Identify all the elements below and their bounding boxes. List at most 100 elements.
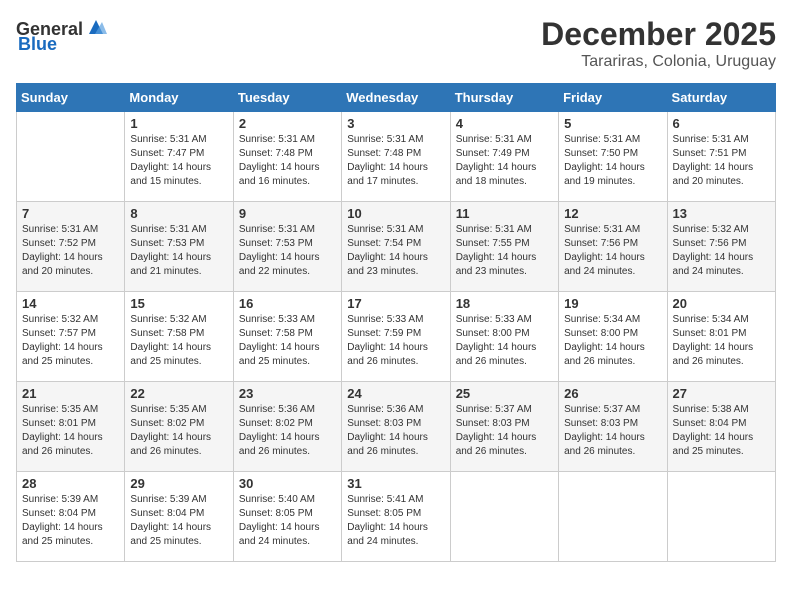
calendar-cell: 3Sunrise: 5:31 AM Sunset: 7:48 PM Daylig… xyxy=(342,112,450,202)
calendar-cell xyxy=(667,472,775,562)
calendar-cell: 18Sunrise: 5:33 AM Sunset: 8:00 PM Dayli… xyxy=(450,292,558,382)
day-number: 25 xyxy=(456,386,553,401)
day-info: Sunrise: 5:31 AM Sunset: 7:48 PM Dayligh… xyxy=(239,133,336,189)
calendar-cell: 7 Sunrise: 5:31 AM Sunset: 7:52 PM Daylig… xyxy=(17,202,125,292)
logo: General Blue xyxy=(16,16,107,55)
calendar-cell: 26 Sunrise: 5:37 AM Sunset: 8:03 PM Dayli… xyxy=(559,382,667,472)
weekday-header-sunday: Sunday xyxy=(17,84,125,112)
calendar-cell xyxy=(17,112,125,202)
calendar-week-row: 14 Sunrise: 5:32 AM Sunset: 7:57 PM Dayli… xyxy=(17,292,776,382)
day-info: Sunrise: 5:39 AM Sunset: 8:04 PM Dayligh… xyxy=(130,493,227,549)
calendar-cell: 22 Sunrise: 5:35 AM Sunset: 8:02 PM Dayli… xyxy=(125,382,233,472)
day-number: 10 xyxy=(347,206,444,221)
calendar-cell: 17 Sunrise: 5:33 AM Sunset: 7:59 PM Dayli… xyxy=(342,292,450,382)
calendar-cell: 1 Sunrise: 5:31 AM Sunset: 7:47 PM Daylig… xyxy=(125,112,233,202)
day-info: Sunrise: 5:32 AM Sunset: 7:57 PM Dayligh… xyxy=(22,313,119,369)
day-number: 21 xyxy=(22,386,119,401)
day-number: 14 xyxy=(22,296,119,311)
calendar-cell: 15 Sunrise: 5:32 AM Sunset: 7:58 PM Dayli… xyxy=(125,292,233,382)
header: General Blue December 2025 Tarariras, Co… xyxy=(16,16,776,71)
weekday-header-tuesday: Tuesday xyxy=(233,84,341,112)
calendar-cell: 20 Sunrise: 5:34 AM Sunset: 8:01 PM Dayli… xyxy=(667,292,775,382)
day-info: Sunrise: 5:31 AM Sunset: 7:47 PM Dayligh… xyxy=(130,133,227,189)
weekday-header-wednesday: Wednesday xyxy=(342,84,450,112)
day-info: Sunrise: 5:39 AM Sunset: 8:04 PM Dayligh… xyxy=(22,493,119,549)
day-number: 15 xyxy=(130,296,227,311)
day-number: 4 xyxy=(456,116,553,131)
calendar-table: SundayMondayTuesdayWednesdayThursdayFrid… xyxy=(16,83,776,562)
calendar-week-row: 28 Sunrise: 5:39 AM Sunset: 8:04 PM Dayli… xyxy=(17,472,776,562)
location-subtitle: Tarariras, Colonia, Uruguay xyxy=(541,53,776,71)
day-number: 8 xyxy=(130,206,227,221)
day-number: 30 xyxy=(239,476,336,491)
day-number: 13 xyxy=(673,206,770,221)
day-info: Sunrise: 5:32 AM Sunset: 7:56 PM Dayligh… xyxy=(673,223,770,279)
day-info: Sunrise: 5:31 AM Sunset: 7:52 PM Dayligh… xyxy=(22,223,119,279)
logo-icon xyxy=(85,16,107,38)
calendar-cell: 25 Sunrise: 5:37 AM Sunset: 8:03 PM Dayli… xyxy=(450,382,558,472)
weekday-header-row: SundayMondayTuesdayWednesdayThursdayFrid… xyxy=(17,84,776,112)
calendar-cell: 12 Sunrise: 5:31 AM Sunset: 7:56 PM Dayli… xyxy=(559,202,667,292)
day-info: Sunrise: 5:35 AM Sunset: 8:01 PM Dayligh… xyxy=(22,403,119,459)
day-info: Sunrise: 5:31 AM Sunset: 7:51 PM Dayligh… xyxy=(673,133,770,189)
day-number: 11 xyxy=(456,206,553,221)
day-info: Sunrise: 5:34 AM Sunset: 8:00 PM Dayligh… xyxy=(564,313,661,369)
calendar-cell: 29Sunrise: 5:39 AM Sunset: 8:04 PM Dayli… xyxy=(125,472,233,562)
day-number: 20 xyxy=(673,296,770,311)
calendar-week-row: 1 Sunrise: 5:31 AM Sunset: 7:47 PM Daylig… xyxy=(17,112,776,202)
day-info: Sunrise: 5:37 AM Sunset: 8:03 PM Dayligh… xyxy=(564,403,661,459)
calendar-cell: 21 Sunrise: 5:35 AM Sunset: 8:01 PM Dayli… xyxy=(17,382,125,472)
weekday-header-monday: Monday xyxy=(125,84,233,112)
calendar-cell: 4 Sunrise: 5:31 AM Sunset: 7:49 PM Daylig… xyxy=(450,112,558,202)
day-info: Sunrise: 5:40 AM Sunset: 8:05 PM Dayligh… xyxy=(239,493,336,549)
day-number: 2 xyxy=(239,116,336,131)
day-info: Sunrise: 5:36 AM Sunset: 8:03 PM Dayligh… xyxy=(347,403,444,459)
calendar-cell: 31 Sunrise: 5:41 AM Sunset: 8:05 PM Dayli… xyxy=(342,472,450,562)
day-info: Sunrise: 5:31 AM Sunset: 7:49 PM Dayligh… xyxy=(456,133,553,189)
calendar-cell: 8 Sunrise: 5:31 AM Sunset: 7:53 PM Daylig… xyxy=(125,202,233,292)
day-info: Sunrise: 5:37 AM Sunset: 8:03 PM Dayligh… xyxy=(456,403,553,459)
calendar-cell xyxy=(559,472,667,562)
day-number: 16 xyxy=(239,296,336,311)
day-number: 7 xyxy=(22,206,119,221)
day-info: Sunrise: 5:33 AM Sunset: 8:00 PM Dayligh… xyxy=(456,313,553,369)
calendar-cell: 24Sunrise: 5:36 AM Sunset: 8:03 PM Dayli… xyxy=(342,382,450,472)
day-info: Sunrise: 5:41 AM Sunset: 8:05 PM Dayligh… xyxy=(347,493,444,549)
calendar-cell xyxy=(450,472,558,562)
day-info: Sunrise: 5:33 AM Sunset: 7:59 PM Dayligh… xyxy=(347,313,444,369)
day-info: Sunrise: 5:38 AM Sunset: 8:04 PM Dayligh… xyxy=(673,403,770,459)
day-info: Sunrise: 5:35 AM Sunset: 8:02 PM Dayligh… xyxy=(130,403,227,459)
day-info: Sunrise: 5:31 AM Sunset: 7:56 PM Dayligh… xyxy=(564,223,661,279)
title-area: December 2025 Tarariras, Colonia, Urugua… xyxy=(541,16,776,71)
day-number: 31 xyxy=(347,476,444,491)
day-number: 28 xyxy=(22,476,119,491)
calendar-cell: 13 Sunrise: 5:32 AM Sunset: 7:56 PM Dayli… xyxy=(667,202,775,292)
day-number: 22 xyxy=(130,386,227,401)
day-number: 3 xyxy=(347,116,444,131)
calendar-cell: 23 Sunrise: 5:36 AM Sunset: 8:02 PM Dayli… xyxy=(233,382,341,472)
day-number: 12 xyxy=(564,206,661,221)
day-info: Sunrise: 5:32 AM Sunset: 7:58 PM Dayligh… xyxy=(130,313,227,369)
day-number: 1 xyxy=(130,116,227,131)
day-number: 9 xyxy=(239,206,336,221)
calendar-cell: 10 Sunrise: 5:31 AM Sunset: 7:54 PM Dayli… xyxy=(342,202,450,292)
day-info: Sunrise: 5:31 AM Sunset: 7:54 PM Dayligh… xyxy=(347,223,444,279)
calendar-week-row: 21 Sunrise: 5:35 AM Sunset: 8:01 PM Dayli… xyxy=(17,382,776,472)
calendar-cell: 19 Sunrise: 5:34 AM Sunset: 8:00 PM Dayli… xyxy=(559,292,667,382)
day-number: 5 xyxy=(564,116,661,131)
day-number: 17 xyxy=(347,296,444,311)
calendar-cell: 28 Sunrise: 5:39 AM Sunset: 8:04 PM Dayli… xyxy=(17,472,125,562)
day-number: 19 xyxy=(564,296,661,311)
day-number: 6 xyxy=(673,116,770,131)
calendar-cell: 2 Sunrise: 5:31 AM Sunset: 7:48 PM Daylig… xyxy=(233,112,341,202)
weekday-header-thursday: Thursday xyxy=(450,84,558,112)
weekday-header-saturday: Saturday xyxy=(667,84,775,112)
month-year-title: December 2025 xyxy=(541,16,776,53)
day-info: Sunrise: 5:34 AM Sunset: 8:01 PM Dayligh… xyxy=(673,313,770,369)
calendar-cell: 27Sunrise: 5:38 AM Sunset: 8:04 PM Dayli… xyxy=(667,382,775,472)
day-number: 23 xyxy=(239,386,336,401)
day-number: 26 xyxy=(564,386,661,401)
day-info: Sunrise: 5:36 AM Sunset: 8:02 PM Dayligh… xyxy=(239,403,336,459)
calendar-cell: 30 Sunrise: 5:40 AM Sunset: 8:05 PM Dayli… xyxy=(233,472,341,562)
day-info: Sunrise: 5:31 AM Sunset: 7:53 PM Dayligh… xyxy=(130,223,227,279)
